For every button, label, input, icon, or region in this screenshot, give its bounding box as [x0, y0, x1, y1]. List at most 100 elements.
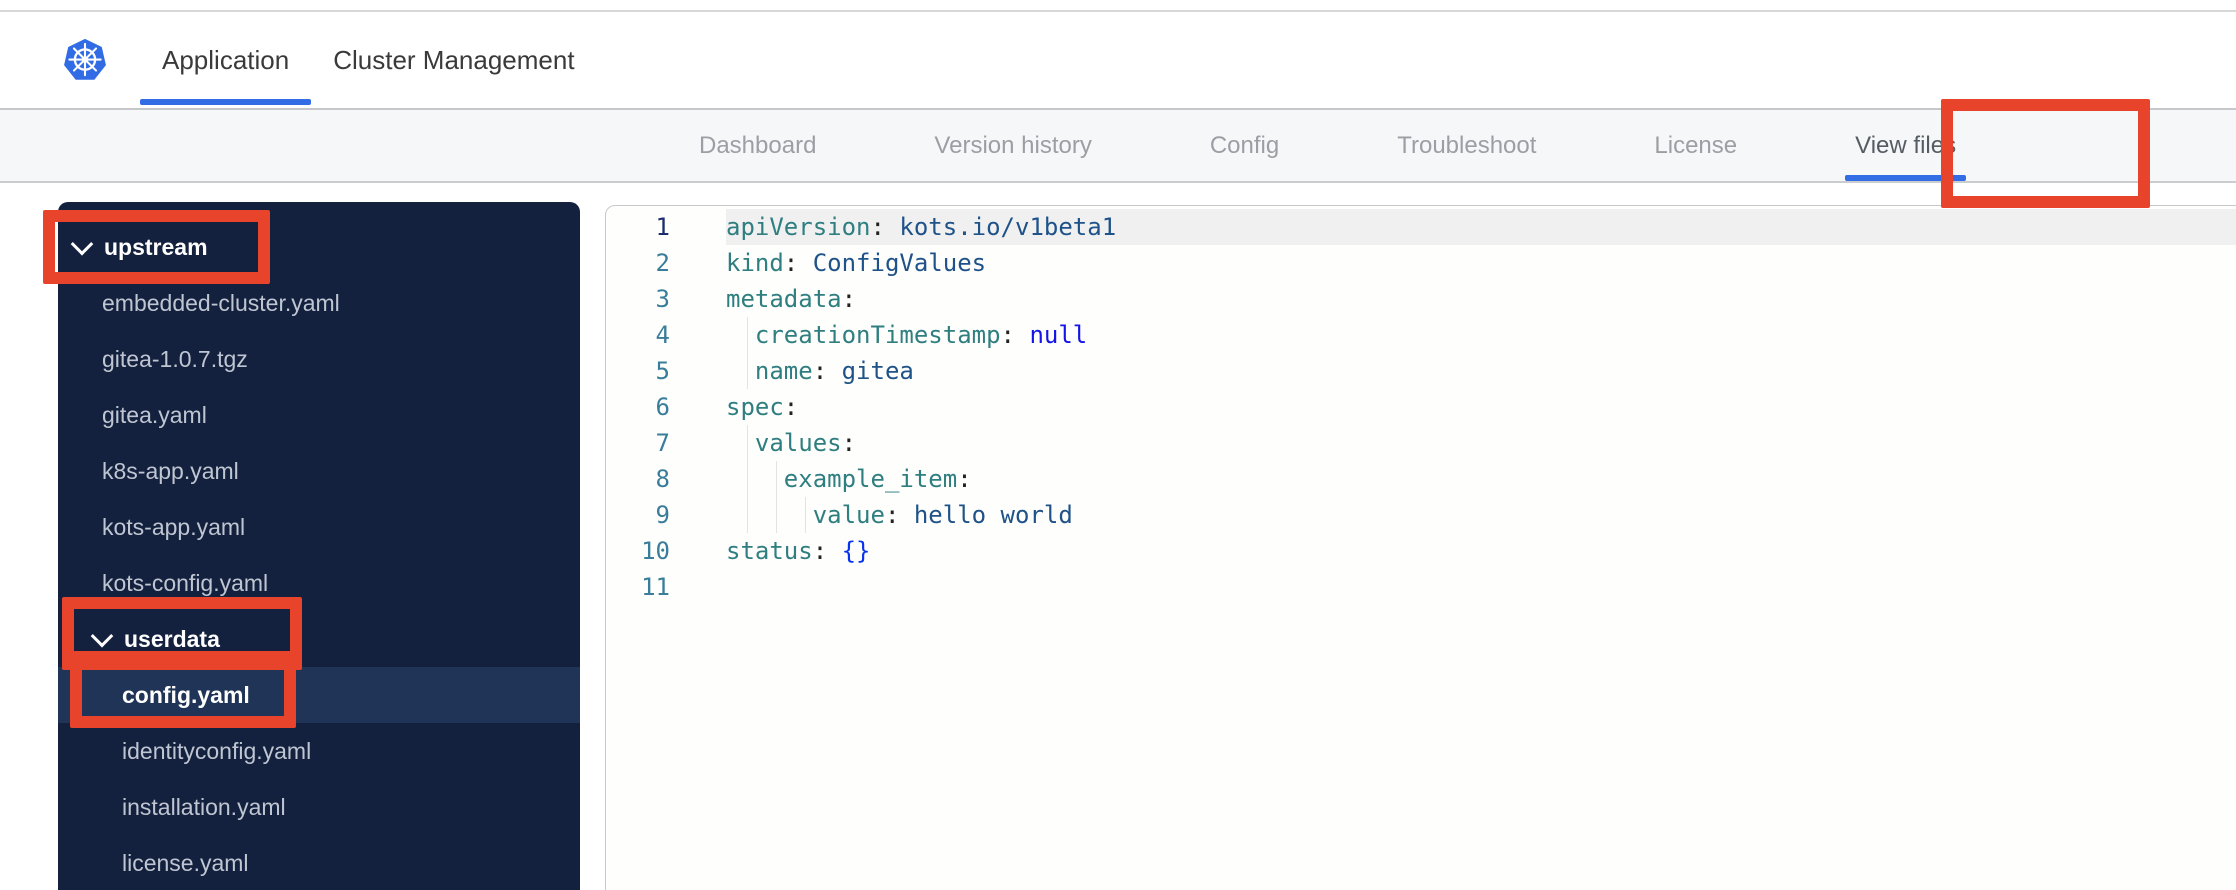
tree-item-label: kots-config.yaml — [102, 569, 269, 596]
code-line-content: example_item: — [670, 461, 2236, 497]
sidebar-folder-userdata[interactable]: userdata — [58, 611, 580, 667]
sidebar-file-identityconfig-yaml[interactable]: identityconfig.yaml — [58, 723, 580, 779]
indent-guide — [746, 497, 749, 533]
code-token: : — [783, 249, 799, 277]
code-line[interactable]: 9 value: hello world — [606, 497, 2236, 533]
nav-item-version-history[interactable]: Version history — [934, 110, 1091, 181]
code-line-content: metadata: — [670, 281, 2236, 317]
file-tree-sidebar: upstream embedded-cluster.yaml gitea-1.0.7… — [58, 202, 580, 890]
indent-guide — [746, 353, 749, 389]
tree-item-label: userdata — [124, 625, 220, 652]
chevron-down-icon — [90, 624, 114, 648]
code-token: status — [726, 537, 813, 565]
code-line[interactable]: 7 values: — [606, 425, 2236, 461]
kubernetes-logo-icon — [62, 37, 108, 83]
code-line[interactable]: 10 status: {} — [606, 533, 2236, 569]
indent-guide — [775, 497, 778, 533]
line-number: 5 — [655, 357, 670, 385]
tree-item-label: gitea-1.0.7.tgz — [102, 345, 248, 372]
code-line[interactable]: 5 name: gitea — [606, 353, 2236, 389]
sidebar-folder-upstream[interactable]: upstream — [58, 219, 580, 275]
code-line[interactable]: 11 — [606, 569, 2236, 605]
nav-item-dashboard[interactable]: Dashboard — [699, 110, 816, 181]
tree-item-label: installation.yaml — [122, 793, 286, 820]
sidebar-file-embedded-cluster-yaml[interactable]: embedded-cluster.yaml — [58, 275, 580, 331]
nav-item-troubleshoot[interactable]: Troubleshoot — [1397, 110, 1536, 181]
tree-item-label: upstream — [104, 233, 208, 260]
code-line-content: creationTimestamp: null — [670, 317, 2236, 353]
line-number: 4 — [655, 321, 670, 349]
sidebar-file-k8s-app-yaml[interactable]: k8s-app.yaml — [58, 443, 580, 499]
tree-item-label: config.yaml — [122, 681, 250, 708]
code-line-content: kind: ConfigValues — [670, 245, 2236, 281]
nav-item-view-files[interactable]: View files — [1845, 110, 1967, 181]
code-line[interactable]: 3 metadata: — [606, 281, 2236, 317]
code-token: : — [841, 429, 857, 457]
code-line-content: apiVersion: kots.io/v1beta1 — [670, 209, 2236, 245]
code-token: {} — [827, 537, 871, 565]
line-number: 11 — [641, 573, 670, 601]
code-token: : — [783, 393, 799, 421]
code-token: : — [812, 357, 828, 385]
nav-item-config[interactable]: Config — [1210, 110, 1279, 181]
tree-item-label: license.yaml — [122, 849, 249, 876]
yaml-editor[interactable]: 1 apiVersion: kots.io/v1beta1 2 kind: Confi… — [605, 205, 2236, 890]
indent-guide — [746, 317, 749, 353]
code-line-content: values: — [670, 425, 2236, 461]
header-bar: Application Cluster Management — [0, 12, 2236, 110]
header-tab-cluster-management[interactable]: Cluster Management — [311, 12, 596, 108]
code-line[interactable]: 1 apiVersion: kots.io/v1beta1 — [606, 209, 2236, 245]
indent-guide — [746, 461, 749, 497]
indent-guide — [746, 425, 749, 461]
tree-item-label: identityconfig.yaml — [122, 737, 312, 764]
code-token: example_item — [783, 465, 958, 493]
code-token: hello world — [899, 501, 1073, 529]
sidebar-file-gitea-1-0-7-tgz[interactable]: gitea-1.0.7.tgz — [58, 331, 580, 387]
nav-item-license[interactable]: License — [1654, 110, 1737, 181]
sidebar-file-config-yaml[interactable]: config.yaml — [58, 667, 580, 723]
code-token: : — [957, 465, 972, 493]
indent-guide — [804, 497, 807, 533]
code-line[interactable]: 2 kind: ConfigValues — [606, 245, 2236, 281]
code-token: ConfigValues — [798, 249, 987, 277]
code-token: null — [1015, 321, 1088, 349]
line-number: 6 — [655, 393, 670, 421]
sidebar-file-license-yaml[interactable]: license.yaml — [58, 835, 580, 890]
line-number: 2 — [655, 249, 670, 277]
sidebar-file-kots-app-yaml[interactable]: kots-app.yaml — [58, 499, 580, 555]
code-token: spec — [726, 393, 784, 421]
code-token: kots.io/v1beta1 — [884, 213, 1117, 241]
tree-item-label: gitea.yaml — [102, 401, 207, 428]
line-number: 3 — [655, 285, 670, 313]
line-number: 8 — [655, 465, 670, 493]
line-number: 7 — [655, 429, 670, 457]
tree-item-label: k8s-app.yaml — [102, 457, 239, 484]
sidebar-file-gitea-yaml[interactable]: gitea.yaml — [58, 387, 580, 443]
code-token: : — [884, 501, 900, 529]
header-tab-application[interactable]: Application — [140, 12, 312, 108]
tree-item-label: kots-app.yaml — [102, 513, 246, 540]
sidebar-file-installation-yaml[interactable]: installation.yaml — [58, 779, 580, 835]
code-token: : — [841, 285, 857, 313]
code-line-content: name: gitea — [670, 353, 2236, 389]
code-token: gitea — [827, 357, 914, 385]
code-line[interactable]: 8 example_item: — [606, 461, 2236, 497]
code-token: kind — [726, 249, 784, 277]
code-token: : — [812, 537, 828, 565]
code-line[interactable]: 6 spec: — [606, 389, 2236, 425]
code-token: creationTimestamp — [754, 321, 1001, 349]
app-nav-bar: Dashboard Version history Config Troublesho… — [0, 110, 2236, 183]
code-token: values — [754, 429, 842, 457]
indent-guide — [775, 461, 778, 497]
code-token: metadata — [726, 285, 842, 313]
code-token: apiVersion — [726, 213, 871, 241]
tree-item-label: embedded-cluster.yaml — [102, 289, 340, 316]
code-token: : — [1000, 321, 1015, 349]
sidebar-file-kots-config-yaml[interactable]: kots-config.yaml — [58, 555, 580, 611]
line-number: 1 — [655, 213, 670, 241]
code-token: : — [870, 213, 885, 241]
code-line[interactable]: 4 creationTimestamp: null — [606, 317, 2236, 353]
